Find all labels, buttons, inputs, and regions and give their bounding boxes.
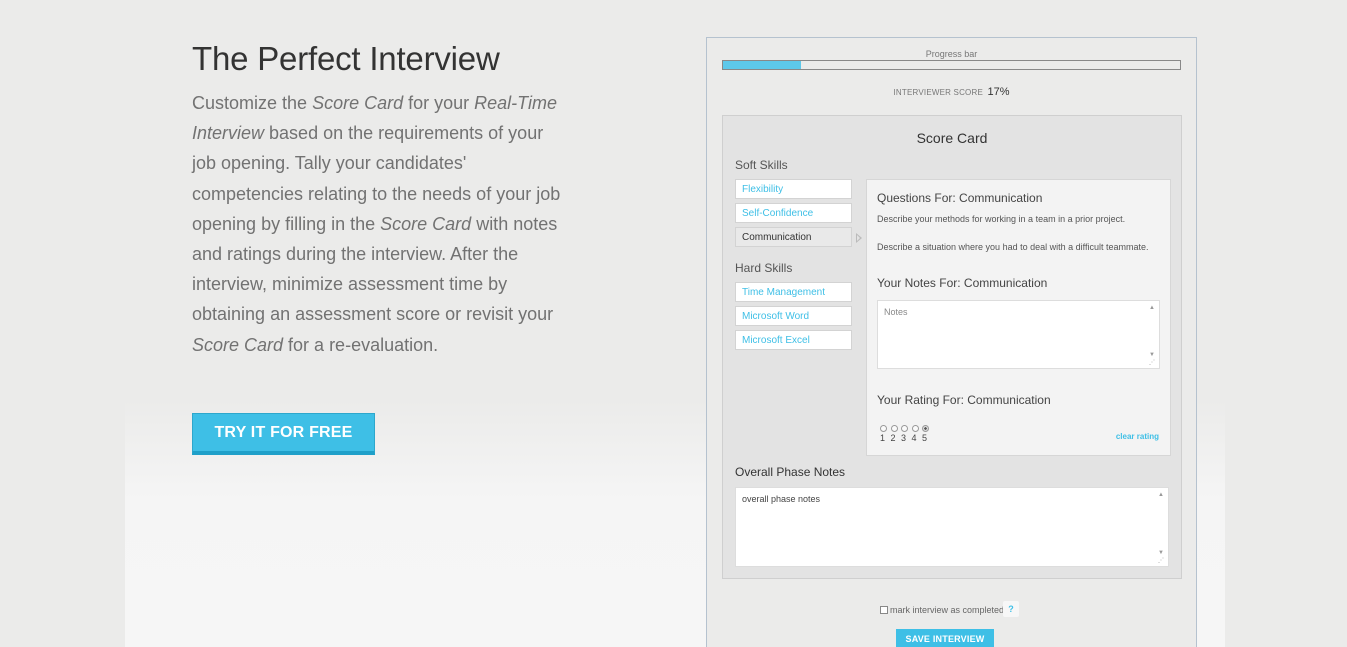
rating-radio-4[interactable] xyxy=(911,425,919,433)
score-card-title: Score Card xyxy=(916,130,988,146)
question-item: Describe a situation where you had to de… xyxy=(877,242,1149,252)
skill-item-microsoft-word[interactable]: Microsoft Word xyxy=(735,306,852,326)
skill-item-flexibility[interactable]: Flexibility xyxy=(735,179,852,199)
rating-radio-3[interactable] xyxy=(901,425,908,433)
scroll-down-icon[interactable]: ▼ xyxy=(1148,352,1156,358)
clear-rating-link[interactable]: clear rating xyxy=(1116,432,1159,441)
resize-grip-icon[interactable]: ⋰ xyxy=(1157,557,1165,564)
mark-complete-row: mark interview as completed xyxy=(880,605,1004,615)
skill-item-microsoft-excel[interactable]: Microsoft Excel xyxy=(735,330,852,350)
rating-numbers: 12345 xyxy=(880,433,933,443)
selected-arrow-icon xyxy=(856,233,862,243)
scroll-down-icon[interactable]: ▼ xyxy=(1157,550,1165,556)
desc-emphasis: Score Card xyxy=(192,334,284,355)
overall-notes-value: overall phase notes xyxy=(742,494,821,504)
progress-bar xyxy=(722,60,1181,70)
interviewer-score: INTERVIEWER SCORE 17% xyxy=(707,82,1196,100)
desc-emphasis: Score Card xyxy=(312,93,404,113)
skill-item-communication[interactable]: Communication xyxy=(735,227,852,247)
hard-skills-heading: Hard Skills xyxy=(735,261,793,275)
rating-radio-2[interactable] xyxy=(890,425,898,433)
mark-complete-checkbox[interactable] xyxy=(880,606,888,614)
notes-heading: Your Notes For: Communication xyxy=(877,276,1048,290)
try-it-free-button[interactable]: TRY IT FOR FREE xyxy=(192,413,375,455)
save-interview-button[interactable]: SAVE INTERVIEW xyxy=(896,629,994,647)
notes-textarea[interactable]: Notes ▲ ▼ ⋰ xyxy=(877,300,1160,369)
scroll-up-icon[interactable]: ▲ xyxy=(1157,492,1165,498)
overall-notes-scrollbar[interactable]: ▲ ▼ ⋰ xyxy=(1157,492,1165,564)
resize-grip-icon[interactable]: ⋰ xyxy=(1148,359,1156,366)
score-card: Score Card Soft Skills Flexibility Self-… xyxy=(722,115,1182,579)
rating-number: 4 xyxy=(911,433,917,443)
rating-number: 1 xyxy=(880,433,886,443)
skill-item-self-confidence[interactable]: Self-Confidence xyxy=(735,203,852,223)
notes-placeholder: Notes xyxy=(884,307,908,317)
soft-skills-heading: Soft Skills xyxy=(735,158,788,172)
rating-heading: Your Rating For: Communication xyxy=(877,393,1051,407)
questions-heading: Questions For: Communication xyxy=(877,191,1043,205)
notes-scrollbar[interactable]: ▲ ▼ ⋰ xyxy=(1148,305,1156,366)
progress-label: Progress bar xyxy=(925,49,978,59)
rating-radio-1[interactable] xyxy=(880,425,887,433)
desc-text: for your xyxy=(403,93,475,113)
page-title: The Perfect Interview xyxy=(192,40,500,77)
score-value: 17% xyxy=(987,86,1010,98)
skill-item-time-management[interactable]: Time Management xyxy=(735,282,852,302)
rating-radio-5[interactable] xyxy=(922,425,929,433)
rating-number: 3 xyxy=(901,433,907,443)
hero-description: Customize the Score Card for your Real-T… xyxy=(192,88,572,360)
desc-text: Customize the xyxy=(192,93,313,113)
score-label: INTERVIEWER SCORE xyxy=(893,88,983,97)
desc-emphasis: Score Card xyxy=(380,213,472,234)
overall-notes-heading: Overall Phase Notes xyxy=(735,465,846,479)
question-item: Describe your methods for working in a t… xyxy=(877,214,1126,224)
interview-app-preview: Progress bar INTERVIEWER SCORE 17% Score… xyxy=(706,37,1197,647)
mark-complete-label: mark interview as completed xyxy=(890,605,1005,615)
scroll-up-icon[interactable]: ▲ xyxy=(1148,305,1156,311)
overall-notes-textarea[interactable]: overall phase notes ▲ ▼ ⋰ xyxy=(735,487,1169,567)
rating-number: 5 xyxy=(922,433,928,443)
rating-number: 2 xyxy=(890,433,896,443)
help-icon[interactable]: ? xyxy=(1003,601,1019,617)
hero-section: The Perfect Interview Customize the Scor… xyxy=(192,40,572,360)
desc-text: for a re-evaluation. xyxy=(283,334,439,355)
progress-fill xyxy=(723,61,801,69)
question-panel: Questions For: Communication Describe yo… xyxy=(866,179,1171,456)
